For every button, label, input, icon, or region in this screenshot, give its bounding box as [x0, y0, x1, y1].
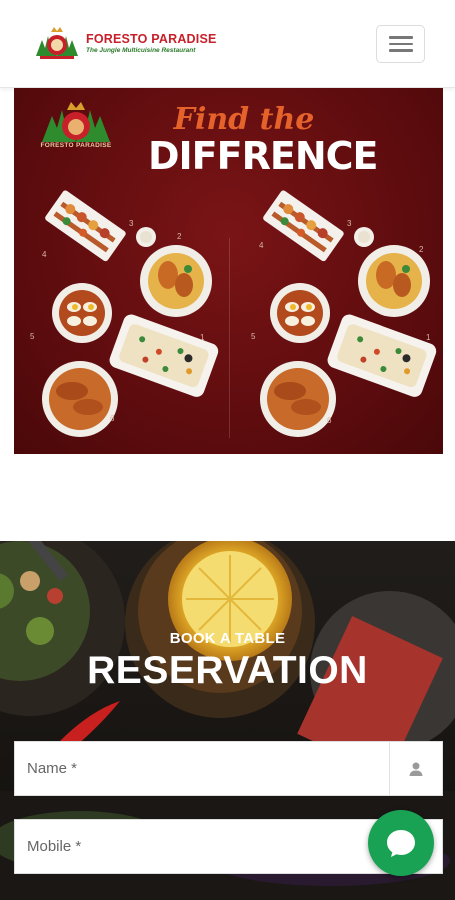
dish-number: 2 [177, 232, 182, 241]
promo-divider [229, 238, 230, 438]
chat-button[interactable] [368, 810, 434, 876]
dish-number: 6 [327, 416, 332, 425]
promo-banner[interactable]: FORESTO PARADISE Find the DIFFRENCE 1 2 … [14, 88, 443, 454]
dish-number: 3 [129, 219, 134, 228]
reservation-title: RESERVATION [87, 649, 368, 692]
user-icon [389, 742, 442, 795]
lion-crest-logo-icon [36, 27, 78, 59]
dish-number: 6 [110, 414, 115, 423]
chat-bubble-icon [387, 830, 415, 857]
promo-logo-text: FORESTO PARADISE [40, 142, 112, 149]
dish-number: 3 [347, 219, 352, 228]
name-field[interactable] [14, 741, 443, 796]
hamburger-menu-button[interactable] [376, 25, 425, 63]
dish-number: 5 [30, 332, 35, 341]
food-platter-left-image [42, 190, 219, 437]
promo-headline-main: DIFFRENCE [148, 134, 378, 178]
dish-number: 4 [42, 250, 47, 259]
hamburger-menu-icon [388, 36, 413, 39]
mobile-input[interactable] [15, 820, 385, 873]
promo-headline-script: Find the [173, 102, 315, 137]
name-input[interactable] [15, 742, 385, 795]
dish-number: 1 [200, 333, 205, 342]
book-a-table-label: BOOK A TABLE [169, 630, 286, 647]
dish-number: 5 [251, 332, 256, 341]
brand-name: FORESTO PARADISE [86, 32, 217, 46]
food-platter-right-image [260, 190, 437, 437]
brand-tagline: The Jungle Multicuisine Restaurant [86, 47, 196, 54]
site-logo[interactable]: FORESTO PARADISE The Jungle Multicuisine… [32, 22, 222, 64]
dish-number: 2 [419, 245, 424, 254]
dish-number: 4 [259, 241, 264, 250]
dish-number: 1 [426, 333, 431, 342]
site-header: FORESTO PARADISE The Jungle Multicuisine… [0, 0, 455, 88]
